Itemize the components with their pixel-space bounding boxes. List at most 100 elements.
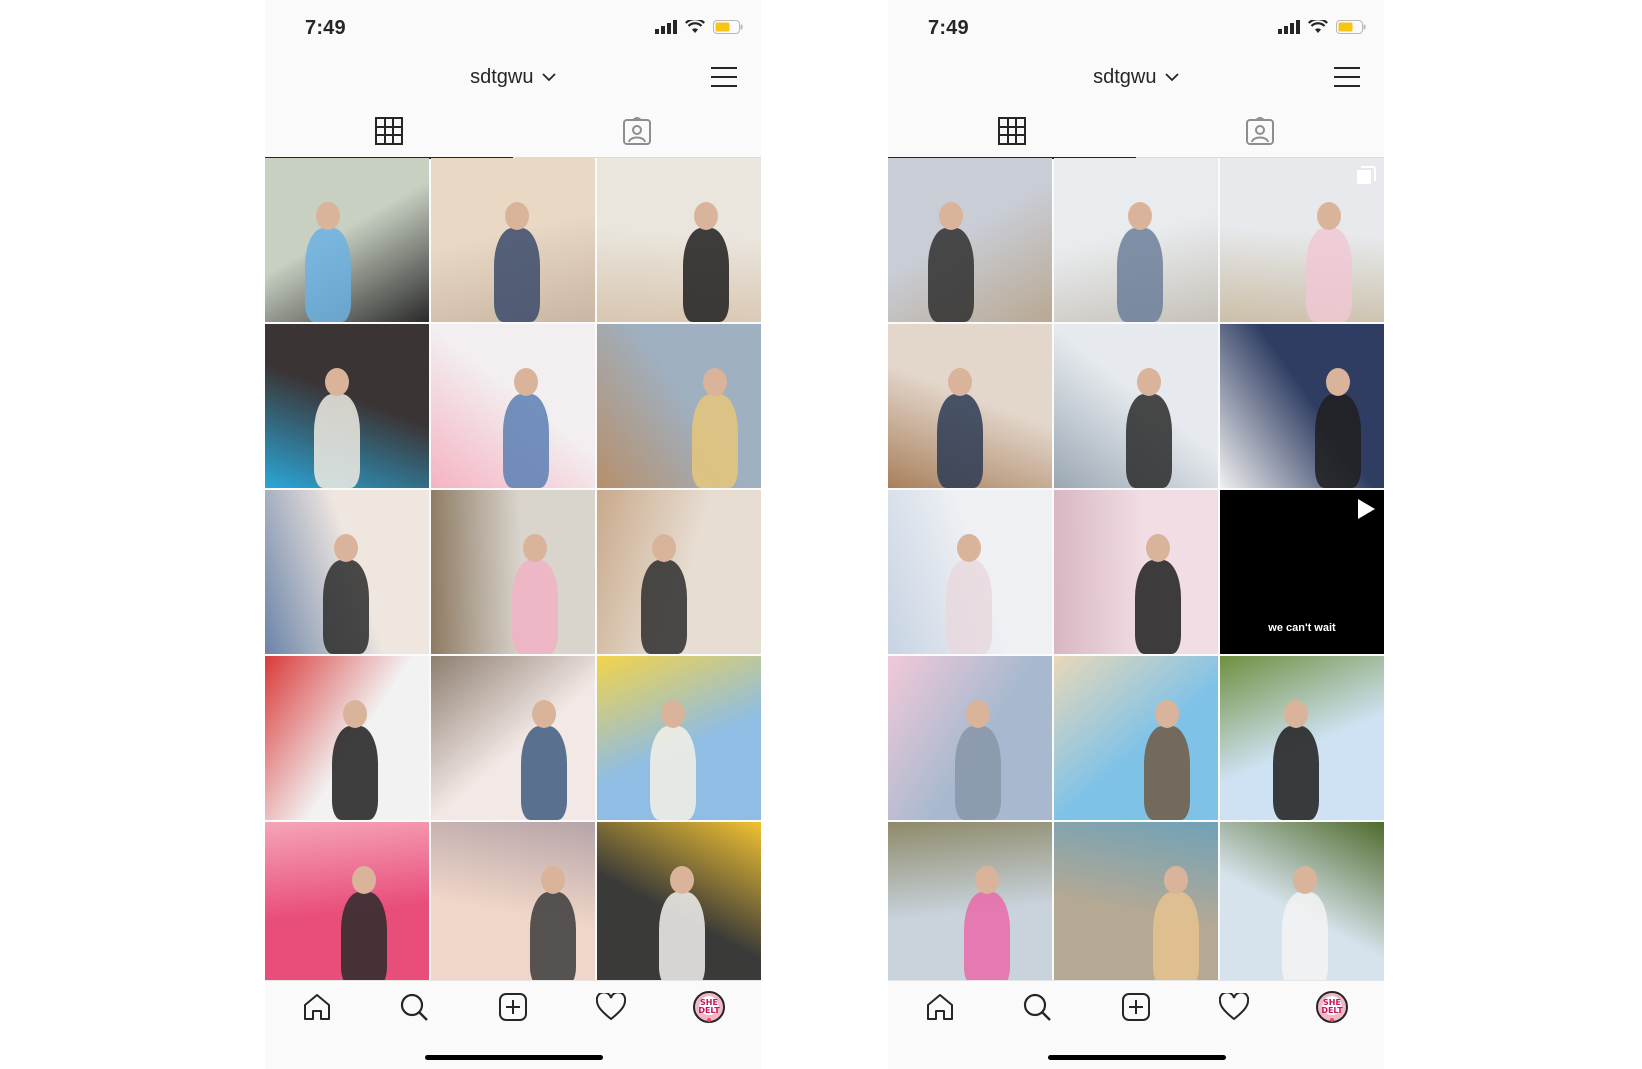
photo-subject-head <box>1284 700 1308 728</box>
chevron-down-icon[interactable] <box>1165 73 1179 82</box>
post-thumbnail[interactable] <box>265 158 429 322</box>
photo-subject <box>946 560 992 654</box>
post-thumbnail[interactable] <box>265 822 429 980</box>
post-thumbnail[interactable]: we can't wait <box>1220 490 1384 654</box>
post-thumbnail[interactable] <box>1054 822 1218 980</box>
post-thumbnail[interactable] <box>888 822 1052 980</box>
notification-dot <box>707 1018 711 1022</box>
account-switcher[interactable]: sdtgwu <box>265 66 761 89</box>
photo-subject <box>494 228 540 322</box>
post-thumbnail[interactable] <box>597 822 761 980</box>
post-thumbnail[interactable] <box>888 158 1052 322</box>
profile-header: sdtgwu <box>265 58 761 104</box>
nav-home[interactable] <box>924 991 956 1023</box>
posts-grid <box>265 158 761 980</box>
post-thumbnail[interactable] <box>597 656 761 820</box>
post-thumbnail[interactable] <box>1220 822 1384 980</box>
search-icon <box>1023 993 1051 1021</box>
photo-subject <box>521 726 567 820</box>
chevron-down-icon[interactable] <box>542 73 556 82</box>
nav-activity[interactable] <box>595 991 627 1023</box>
photo-subject-head <box>1137 368 1161 396</box>
post-thumbnail[interactable] <box>888 490 1052 654</box>
photo-subject-head <box>1128 202 1152 230</box>
photo-subject <box>1117 228 1163 322</box>
nav-search[interactable] <box>1021 991 1053 1023</box>
photo-subject-head <box>334 534 358 562</box>
nav-new-post[interactable] <box>1120 991 1152 1023</box>
post-thumbnail[interactable] <box>597 490 761 654</box>
post-thumbnail[interactable] <box>431 158 595 322</box>
post-thumbnail[interactable] <box>888 324 1052 488</box>
photo-subject <box>305 228 351 322</box>
photo-subject-head <box>957 534 981 562</box>
photo-subject <box>650 726 696 820</box>
cellular-signal-icon <box>655 20 677 34</box>
photo-subject <box>1315 394 1361 488</box>
profile-screen-left: 7:49 sdtgwu SHE DELT <box>265 0 761 1069</box>
photo-subject-head <box>703 368 727 396</box>
post-thumbnail[interactable] <box>888 656 1052 820</box>
status-icons <box>655 20 743 34</box>
photo-subject <box>1135 560 1181 654</box>
photo-subject <box>1153 892 1199 980</box>
post-thumbnail[interactable] <box>265 324 429 488</box>
photo-subject <box>323 560 369 654</box>
photo-subject-head <box>514 368 538 396</box>
hamburger-menu-icon[interactable] <box>711 66 737 88</box>
home-icon <box>927 994 953 1020</box>
post-thumbnail[interactable] <box>1054 490 1218 654</box>
nav-search[interactable] <box>398 991 430 1023</box>
photo-subject-head <box>343 700 367 728</box>
tab-grid[interactable] <box>265 104 513 159</box>
photo-subject-head <box>532 700 556 728</box>
post-thumbnail[interactable] <box>1220 656 1384 820</box>
photo-subject-head <box>1146 534 1170 562</box>
photo-subject <box>955 726 1001 820</box>
nav-new-post[interactable] <box>497 991 529 1023</box>
post-thumbnail[interactable] <box>431 656 595 820</box>
post-thumbnail[interactable] <box>265 656 429 820</box>
bottom-nav: SHE DELT <box>265 980 761 1032</box>
photo-subject <box>683 228 729 322</box>
post-thumbnail[interactable] <box>265 490 429 654</box>
photo-subject-head <box>948 368 972 396</box>
status-time: 7:49 <box>928 17 969 39</box>
photo-subject-head <box>1317 202 1341 230</box>
tab-tagged[interactable] <box>513 104 761 158</box>
photo-subject-head <box>523 534 547 562</box>
photo-subject-head <box>670 866 694 894</box>
post-thumbnail[interactable] <box>431 324 595 488</box>
photo-subject <box>928 228 974 322</box>
post-thumbnail[interactable] <box>597 158 761 322</box>
photo-subject <box>512 560 558 654</box>
notification-dot <box>1330 1018 1334 1022</box>
home-indicator <box>425 1055 603 1060</box>
tab-grid[interactable] <box>888 104 1136 159</box>
post-thumbnail[interactable] <box>1054 324 1218 488</box>
profile-screen-right: 7:49 sdtgwu we can't wait SHE DELT <box>888 0 1384 1069</box>
profile-tabs <box>265 104 761 159</box>
post-thumbnail[interactable] <box>597 324 761 488</box>
post-thumbnail[interactable] <box>431 490 595 654</box>
photo-subject-head <box>541 866 565 894</box>
battery-icon <box>713 20 743 34</box>
nav-home[interactable] <box>301 991 333 1023</box>
post-thumbnail[interactable] <box>1054 656 1218 820</box>
post-thumbnail[interactable] <box>431 822 595 980</box>
post-thumbnail[interactable] <box>1054 158 1218 322</box>
photo-subject-head <box>1326 368 1350 396</box>
post-thumbnail[interactable] <box>1220 324 1384 488</box>
tab-tagged[interactable] <box>1136 104 1384 158</box>
search-icon <box>400 993 428 1021</box>
nav-activity[interactable] <box>1218 991 1250 1023</box>
photo-subject-head <box>694 202 718 230</box>
profile-username[interactable]: sdtgwu <box>470 66 533 88</box>
account-switcher[interactable]: sdtgwu <box>888 66 1384 89</box>
profile-username[interactable]: sdtgwu <box>1093 66 1156 88</box>
post-thumbnail[interactable] <box>1220 158 1384 322</box>
hamburger-menu-icon[interactable] <box>1334 66 1360 88</box>
photo-subject <box>692 394 738 488</box>
avatar-text: SHE DELT <box>698 998 720 1015</box>
posts-grid: we can't wait <box>888 158 1384 980</box>
